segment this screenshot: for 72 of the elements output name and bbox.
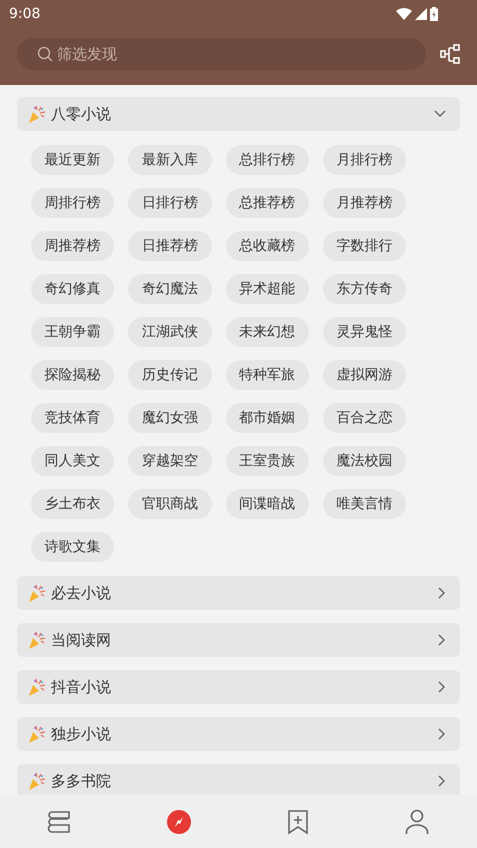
category-tag[interactable]: 特种军旅 <box>226 360 309 390</box>
chevron-right-icon <box>438 775 446 787</box>
category-tag[interactable]: 穿越架空 <box>128 446 212 476</box>
source-header[interactable]: 抖音小说 <box>17 670 460 704</box>
category-tag[interactable]: 总推荐榜 <box>226 188 309 218</box>
category-tag[interactable]: 未来幻想 <box>226 317 309 347</box>
source-title: 抖音小说 <box>51 676 112 698</box>
category-tag[interactable]: 探险揭秘 <box>31 360 114 390</box>
category-tag[interactable]: 虚拟网游 <box>322 360 406 390</box>
chevron-right-icon <box>438 728 446 740</box>
category-tag[interactable]: 魔幻女强 <box>128 403 212 433</box>
chevron-down-icon <box>434 110 446 118</box>
category-tag[interactable]: 最近更新 <box>31 145 114 175</box>
category-tag[interactable]: 月排行榜 <box>322 145 406 175</box>
source-title: 独步小说 <box>51 724 112 745</box>
category-tag[interactable]: 月推荐榜 <box>322 188 406 218</box>
category-tag[interactable]: 间谍暗战 <box>226 489 309 519</box>
category-tag[interactable]: 周推荐榜 <box>31 231 114 261</box>
source-header[interactable]: 必去小说 <box>17 576 460 610</box>
category-tag[interactable]: 字数排行 <box>322 231 406 261</box>
category-tag[interactable]: 历史传记 <box>128 360 212 390</box>
source-title: 八零小说 <box>51 104 112 125</box>
category-tag[interactable]: 唯美言情 <box>322 489 406 519</box>
category-tag[interactable]: 东方传奇 <box>322 274 406 304</box>
category-tag[interactable]: 周排行榜 <box>31 188 114 218</box>
source-title: 必去小说 <box>51 582 112 604</box>
category-tag[interactable]: 江湖武侠 <box>128 317 212 347</box>
category-tag[interactable]: 总排行榜 <box>226 145 309 175</box>
category-tag[interactable]: 奇幻魔法 <box>128 274 212 304</box>
source-title: 多多书院 <box>51 770 112 792</box>
party-popper-icon <box>27 104 47 124</box>
status-time: 9:08 <box>9 4 40 24</box>
party-popper-icon <box>27 677 47 697</box>
bookshelf-icon <box>46 810 73 834</box>
search-icon <box>37 46 53 62</box>
user-icon <box>405 808 430 834</box>
wifi-icon <box>396 8 412 20</box>
tree-icon[interactable] <box>440 44 460 64</box>
source-header[interactable]: 当阅读网 <box>17 623 460 657</box>
signal-icon <box>415 8 427 20</box>
category-tag[interactable]: 同人美文 <box>31 446 114 476</box>
party-popper-icon <box>27 771 47 791</box>
category-tag[interactable]: 日推荐榜 <box>128 231 212 261</box>
source-header[interactable]: 八零小说 <box>17 97 460 131</box>
source-title: 当阅读网 <box>51 630 112 651</box>
category-tag[interactable]: 总收藏榜 <box>226 231 309 261</box>
category-tag[interactable]: 竞技体育 <box>31 403 114 433</box>
category-tag[interactable]: 日排行榜 <box>128 188 212 218</box>
party-popper-icon <box>27 724 47 744</box>
category-tag[interactable]: 百合之恋 <box>322 403 406 433</box>
category-tag[interactable]: 灵异鬼怪 <box>322 317 406 347</box>
category-tag[interactable]: 最新入库 <box>128 145 212 175</box>
category-tag[interactable]: 王朝争霸 <box>31 317 114 347</box>
category-tag[interactable]: 异术超能 <box>226 274 309 304</box>
bookmark-add-icon <box>287 808 310 834</box>
battery-icon <box>430 7 438 21</box>
source-header[interactable]: 独步小说 <box>17 717 460 751</box>
category-tag[interactable]: 乡土布衣 <box>31 489 114 519</box>
party-popper-icon <box>27 583 47 603</box>
chevron-right-icon <box>438 587 446 599</box>
category-tag[interactable]: 都市婚姻 <box>226 403 309 433</box>
compass-icon <box>166 808 192 834</box>
category-tag[interactable]: 诗歌文集 <box>31 532 114 562</box>
category-tag[interactable]: 王室贵族 <box>226 446 309 476</box>
party-popper-icon <box>27 630 47 650</box>
category-tag[interactable]: 奇幻修真 <box>31 274 114 304</box>
chevron-right-icon <box>438 681 446 693</box>
chevron-right-icon <box>438 634 446 646</box>
category-tag[interactable]: 魔法校园 <box>322 446 406 476</box>
category-tag[interactable]: 官职商战 <box>128 489 212 519</box>
search-field[interactable]: 筛选发现 <box>17 38 426 70</box>
source-header[interactable]: 多多书院 <box>17 764 460 795</box>
